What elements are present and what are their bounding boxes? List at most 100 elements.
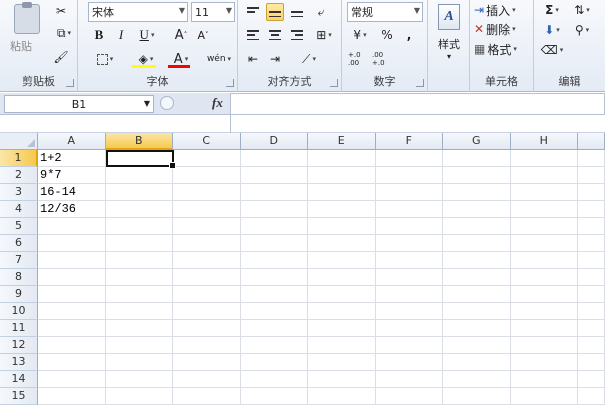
cell-d10[interactable] xyxy=(240,303,308,320)
cell-f10[interactable] xyxy=(375,303,443,320)
cell-d9[interactable] xyxy=(240,286,308,303)
delete-cells-button[interactable]: ✕ 删除 ▾ xyxy=(474,20,516,38)
cell-f6[interactable] xyxy=(375,235,443,252)
cell-a4[interactable]: 12/36 xyxy=(38,201,106,218)
cell-g5[interactable] xyxy=(443,218,511,235)
font-color-button[interactable]: A ▾ xyxy=(166,50,196,68)
cell-a2[interactable]: 9*7 xyxy=(38,167,106,184)
sort-filter-button[interactable]: ⇅ ▾ xyxy=(570,1,594,19)
cell-c10[interactable] xyxy=(173,303,241,320)
align-middle-button[interactable] xyxy=(266,3,284,21)
cell-b6[interactable] xyxy=(105,235,173,252)
format-cells-button[interactable]: ▦ 格式 ▾ xyxy=(474,40,517,58)
cell-f1[interactable] xyxy=(375,150,443,167)
cell-h11[interactable] xyxy=(510,320,578,337)
cell-b9[interactable] xyxy=(105,286,173,303)
cell-b15[interactable] xyxy=(105,388,173,405)
styles-button[interactable]: A 样式 ▾ xyxy=(431,2,467,72)
italic-button[interactable]: I xyxy=(112,26,130,44)
insert-function-icon[interactable]: fx xyxy=(212,95,223,111)
clear-button[interactable]: ⌫ ▾ xyxy=(540,41,564,59)
cell-h4[interactable] xyxy=(510,201,578,218)
cell-b7[interactable] xyxy=(105,252,173,269)
row-header-6[interactable]: 6 xyxy=(0,235,38,252)
fill-button[interactable]: ⬇ ▾ xyxy=(540,21,564,39)
cell-f4[interactable] xyxy=(375,201,443,218)
cell-d8[interactable] xyxy=(240,269,308,286)
cell-h6[interactable] xyxy=(510,235,578,252)
cell-g6[interactable] xyxy=(443,235,511,252)
cell-b3[interactable] xyxy=(105,184,173,201)
cell-b10[interactable] xyxy=(105,303,173,320)
cell-h5[interactable] xyxy=(510,218,578,235)
name-box[interactable]: B1 ▼ xyxy=(4,95,154,113)
cell-c12[interactable] xyxy=(173,337,241,354)
cell-b14[interactable] xyxy=(105,371,173,388)
cell-a11[interactable] xyxy=(38,320,106,337)
cell-g4[interactable] xyxy=(443,201,511,218)
cell-d4[interactable] xyxy=(240,201,308,218)
cell-d2[interactable] xyxy=(240,167,308,184)
fill-color-button[interactable]: ◈ ▾ xyxy=(130,50,162,68)
cell-h10[interactable] xyxy=(510,303,578,320)
cell-d15[interactable] xyxy=(240,388,308,405)
row-header-13[interactable]: 13 xyxy=(0,354,38,371)
cell-e4[interactable] xyxy=(308,201,376,218)
cell-e1[interactable] xyxy=(308,150,376,167)
cell-a6[interactable] xyxy=(38,235,106,252)
insert-cells-button[interactable]: ⇥ 插入 ▾ xyxy=(474,1,516,19)
align-center-button[interactable] xyxy=(266,26,284,44)
copy-button[interactable]: ⧉ ▾ xyxy=(52,24,76,42)
increase-decimal-button[interactable]: +.0 .00 xyxy=(348,50,370,68)
font-name-combo[interactable]: 宋体 ▼ xyxy=(88,2,188,22)
underline-button[interactable]: U ▾ xyxy=(134,26,160,44)
cell-a14[interactable] xyxy=(38,371,106,388)
cell-f11[interactable] xyxy=(375,320,443,337)
wrap-text-button[interactable]: ⤶ xyxy=(312,3,330,21)
cell-e6[interactable] xyxy=(308,235,376,252)
cell-c4[interactable] xyxy=(173,201,241,218)
align-top-button[interactable] xyxy=(244,3,262,21)
row-header-11[interactable]: 11 xyxy=(0,320,38,337)
merge-center-button[interactable]: ⊞ ▾ xyxy=(310,26,338,44)
row-header-9[interactable]: 9 xyxy=(0,286,38,303)
autosum-button[interactable]: Σ ▾ xyxy=(540,1,564,19)
cell-a1[interactable]: 1+2 xyxy=(38,150,106,167)
cell-b11[interactable] xyxy=(105,320,173,337)
cell-a13[interactable] xyxy=(38,354,106,371)
cell-g12[interactable] xyxy=(443,337,511,354)
row-header-1[interactable]: 1 xyxy=(0,150,38,167)
chevron-down-icon[interactable]: ▼ xyxy=(179,6,185,15)
cell-d11[interactable] xyxy=(240,320,308,337)
cell-c11[interactable] xyxy=(173,320,241,337)
cell-f3[interactable] xyxy=(375,184,443,201)
row-header-2[interactable]: 2 xyxy=(0,167,38,184)
cell-e14[interactable] xyxy=(308,371,376,388)
cell-g7[interactable] xyxy=(443,252,511,269)
cell-f9[interactable] xyxy=(375,286,443,303)
cell-b5[interactable] xyxy=(105,218,173,235)
alignment-launcher-icon[interactable] xyxy=(330,79,338,87)
cell-e11[interactable] xyxy=(308,320,376,337)
cell-e15[interactable] xyxy=(308,388,376,405)
cell-f2[interactable] xyxy=(375,167,443,184)
cell-e8[interactable] xyxy=(308,269,376,286)
align-left-button[interactable] xyxy=(244,26,262,44)
cell-c7[interactable] xyxy=(173,252,241,269)
chevron-down-icon[interactable]: ▼ xyxy=(414,6,420,15)
cell-b13[interactable] xyxy=(105,354,173,371)
row-header-14[interactable]: 14 xyxy=(0,371,38,388)
decrease-indent-button[interactable]: ⇤ xyxy=(244,50,262,68)
cell-e12[interactable] xyxy=(308,337,376,354)
cell-a7[interactable] xyxy=(38,252,106,269)
cell-g9[interactable] xyxy=(443,286,511,303)
cell-e10[interactable] xyxy=(308,303,376,320)
font-size-combo[interactable]: 11 ▼ xyxy=(191,2,235,22)
row-header-12[interactable]: 12 xyxy=(0,337,38,354)
cell-b8[interactable] xyxy=(105,269,173,286)
cell-d1[interactable] xyxy=(240,150,308,167)
cell-c8[interactable] xyxy=(173,269,241,286)
cell-d12[interactable] xyxy=(240,337,308,354)
phonetic-button[interactable]: wén ▾ xyxy=(204,50,234,68)
cell-h12[interactable] xyxy=(510,337,578,354)
